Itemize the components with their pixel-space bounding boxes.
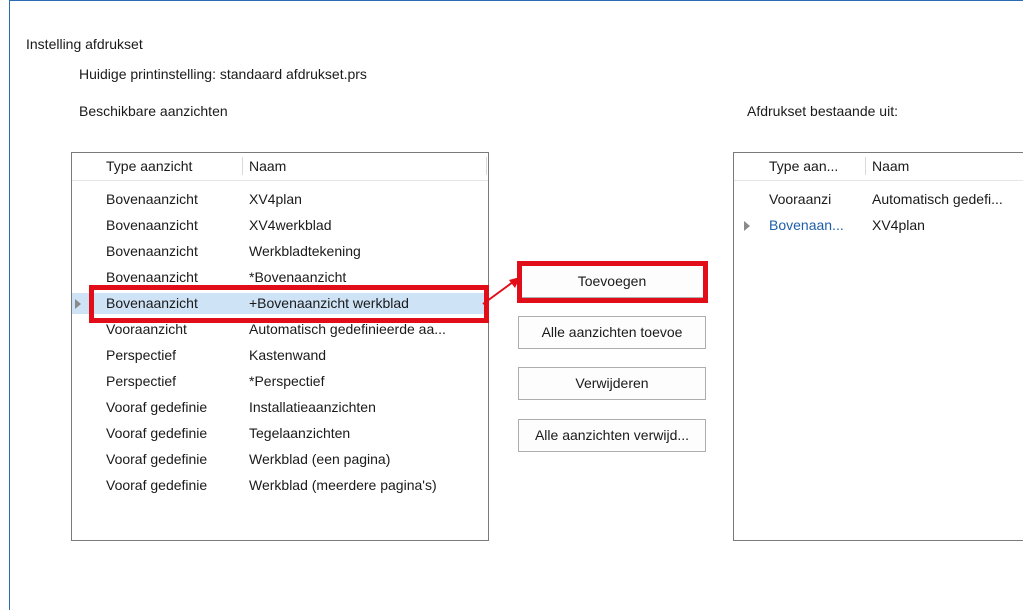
column-header-name[interactable]: Naam: [872, 153, 909, 180]
available-views-label: Beschikbare aanzichten: [79, 103, 228, 119]
column-header-name[interactable]: Naam: [249, 153, 286, 180]
header-divider: [72, 180, 488, 181]
view-type: Bovenaanzicht: [106, 243, 198, 259]
available-views-list[interactable]: Type aanzicht Naam Bovenaanzicht XV4plan…: [71, 152, 489, 541]
list-item[interactable]: Bovenaanzicht XV4plan: [72, 189, 488, 210]
add-button[interactable]: Toevoegen: [518, 265, 706, 298]
view-name: Automatisch gedefinieerde aa...: [249, 321, 446, 337]
list-item[interactable]: Vooraanzicht Automatisch gedefinieerde a…: [72, 319, 488, 340]
header-divider: [734, 180, 1023, 181]
column-separator[interactable]: [865, 157, 866, 175]
list-item[interactable]: Bovenaanzicht XV4werkblad: [72, 215, 488, 236]
print-set-label: Afdrukset bestaande uit:: [747, 103, 898, 119]
view-type: Perspectief: [106, 347, 177, 363]
remove-all-views-button[interactable]: Alle aanzichten verwijd...: [518, 419, 706, 452]
section-title: Instelling afdrukset: [26, 36, 143, 52]
view-type: Bovenaanzicht: [106, 191, 198, 207]
view-name: Automatisch gedefi...: [872, 191, 1003, 207]
add-all-views-button[interactable]: Alle aanzichten toevoe: [518, 316, 706, 349]
view-type: Vooraanzicht: [106, 321, 187, 337]
column-separator[interactable]: [486, 157, 487, 175]
column-header-type[interactable]: Type aan...: [769, 153, 838, 180]
column-header-type[interactable]: Type aanzicht: [106, 153, 192, 180]
view-type: Bovenaanzicht: [106, 217, 198, 233]
view-name: Tegelaanzichten: [249, 425, 351, 441]
view-name: Werkblad (een pagina): [249, 451, 391, 467]
view-type: Vooraf gedefinie: [106, 399, 208, 415]
list-item[interactable]: Bovenaanzicht Werkbladtekening: [72, 241, 488, 262]
list-item[interactable]: Vooraf gedefinie Werkblad (een pagina): [72, 449, 488, 470]
list-item[interactable]: Bovenaanzicht *Bovenaanzicht: [72, 267, 488, 288]
view-type: Perspectief: [106, 373, 177, 389]
view-type: Vooraf gedefinie: [106, 425, 208, 441]
view-name: +Bovenaanzicht werkblad: [249, 295, 409, 311]
view-name: Installatieaanzichten: [249, 399, 376, 415]
view-name: XV4plan: [249, 191, 302, 207]
current-print-setting: Huidige printinstelling: standaard afdru…: [79, 66, 367, 82]
view-name: Werkblad (meerdere pagina's): [249, 477, 437, 493]
list-item[interactable]: Perspectief *Perspectief: [72, 371, 488, 392]
view-name: XV4werkblad: [249, 217, 332, 233]
list-item[interactable]: Vooraf gedefinie Werkblad (meerdere pagi…: [72, 475, 488, 496]
list-item-current[interactable]: Bovenaan... XV4plan: [734, 215, 1023, 236]
view-type: Bovenaanzicht: [106, 269, 198, 285]
view-name: XV4plan: [872, 217, 925, 233]
view-type: Bovenaanzicht: [106, 295, 198, 311]
row-indicator-icon: [744, 221, 750, 231]
column-separator[interactable]: [242, 157, 243, 175]
view-type: Vooraanzi: [769, 191, 832, 207]
row-indicator-icon: [75, 299, 81, 309]
list-item[interactable]: Vooraf gedefinie Tegelaanzichten: [72, 423, 488, 444]
list-item[interactable]: Vooraanzi Automatisch gedefi...: [734, 189, 1023, 210]
view-type: Vooraf gedefinie: [106, 451, 208, 467]
view-type: Bovenaan...: [769, 217, 844, 233]
view-name: Kastenwand: [249, 347, 327, 363]
list-item-selected[interactable]: Bovenaanzicht +Bovenaanzicht werkblad: [72, 293, 488, 314]
window-top-border: [9, 0, 1023, 1]
annotation-arrow-icon: [482, 277, 520, 305]
view-name: *Perspectief: [249, 373, 325, 389]
view-name: *Bovenaanzicht: [249, 269, 347, 285]
list-item[interactable]: Perspectief Kastenwand: [72, 345, 488, 366]
view-name: Werkbladtekening: [249, 243, 361, 259]
window-left-border: [9, 0, 10, 610]
print-set-list[interactable]: Type aan... Naam Vooraanzi Automatisch g…: [733, 152, 1023, 541]
view-type: Vooraf gedefinie: [106, 477, 208, 493]
list-item[interactable]: Vooraf gedefinie Installatieaanzichten: [72, 397, 488, 418]
remove-button[interactable]: Verwijderen: [518, 367, 706, 400]
